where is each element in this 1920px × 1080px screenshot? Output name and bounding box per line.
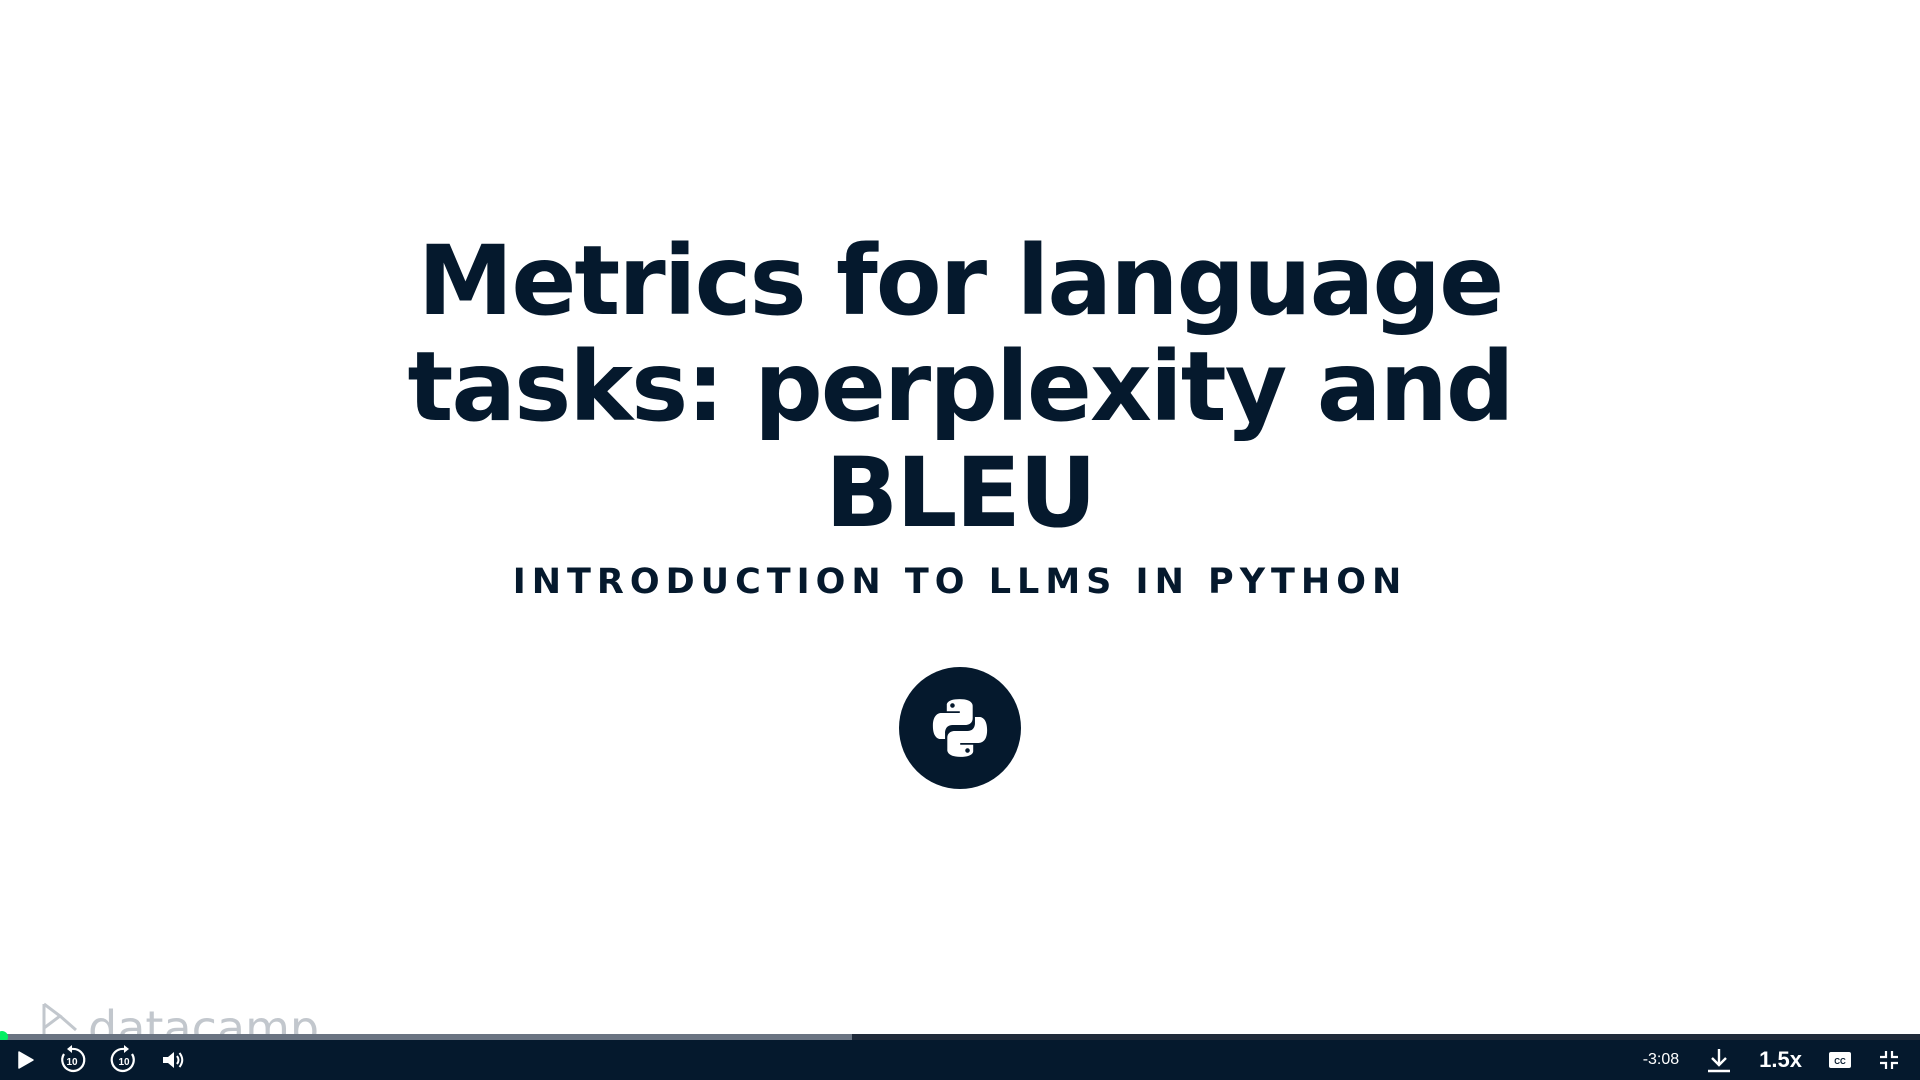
- datacamp-watermark: datacamp: [40, 1000, 319, 1034]
- exit-fullscreen-button[interactable]: [1878, 1040, 1900, 1080]
- playback-speed-button[interactable]: 1.5x: [1759, 1040, 1802, 1080]
- rewind-10-button[interactable]: 10: [56, 1040, 88, 1080]
- python-logo-icon: [932, 699, 988, 757]
- rewind-seconds-label: 10: [66, 1057, 78, 1068]
- course-subtitle: INTRODUCTION TO LLMS IN PYTHON: [512, 562, 1408, 602]
- forward-seconds-label: 10: [118, 1057, 130, 1068]
- slide[interactable]: Metrics for language tasks: perplexity a…: [0, 0, 1920, 1034]
- remaining-time: -3:08: [1642, 1051, 1680, 1068]
- slide-title: Metrics for language tasks: perplexity a…: [360, 228, 1560, 546]
- playback-speed: 1.5x: [1759, 1047, 1802, 1072]
- video-player: Metrics for language tasks: perplexity a…: [0, 0, 1920, 1080]
- play-button[interactable]: [14, 1040, 36, 1080]
- forward-10-button[interactable]: 10: [108, 1040, 140, 1080]
- forward-10-icon: 10: [110, 1045, 135, 1072]
- datacamp-logo-icon: [42, 1002, 77, 1034]
- exit-fullscreen-icon: [1880, 1051, 1898, 1069]
- volume-icon: [163, 1052, 184, 1068]
- slide-title-line: Metrics for language: [417, 225, 1504, 337]
- download-icon: [1708, 1049, 1731, 1073]
- download-button[interactable]: [1705, 1040, 1733, 1080]
- slide-title-line: tasks: perplexity and: [407, 331, 1514, 443]
- watermark-text: datacamp: [88, 1001, 320, 1034]
- slide-title-line: BLEU: [825, 437, 1097, 549]
- rewind-10-icon: 10: [61, 1045, 86, 1072]
- player-controls: 10 10 -3:08 1.5x CC: [0, 1040, 1920, 1080]
- volume-button[interactable]: [160, 1040, 186, 1080]
- captions-button[interactable]: CC: [1828, 1040, 1852, 1080]
- python-badge: [899, 667, 1021, 789]
- captions-icon: CC: [1829, 1052, 1851, 1068]
- play-icon: [18, 1051, 34, 1069]
- svg-text:CC: CC: [1834, 1057, 1846, 1066]
